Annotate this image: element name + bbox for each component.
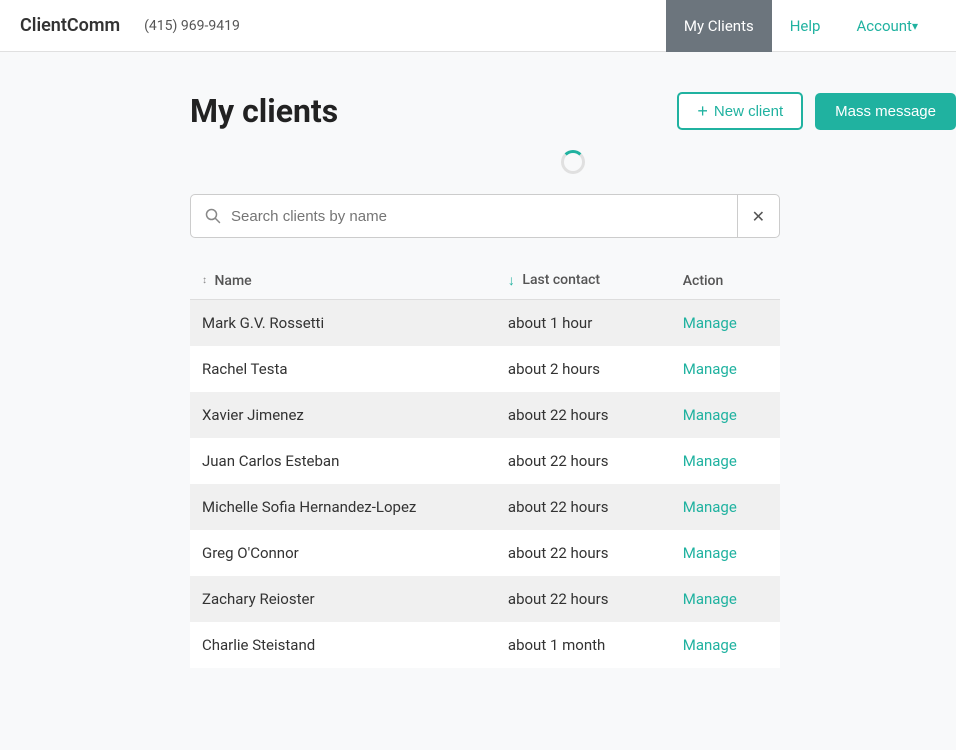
- client-last-contact: about 2 hours: [496, 346, 671, 392]
- nav-my-clients[interactable]: My Clients: [666, 0, 772, 52]
- mass-message-button[interactable]: Mass message: [815, 93, 956, 130]
- client-name: Michelle Sofia Hernandez-Lopez: [190, 484, 496, 530]
- manage-link[interactable]: Manage: [683, 360, 737, 378]
- client-name: Juan Carlos Esteban: [190, 438, 496, 484]
- manage-link[interactable]: Manage: [683, 452, 737, 470]
- search-clear-button[interactable]: ✕: [737, 195, 779, 237]
- table-header-row: ↕ Name ↓ Last contact Action: [190, 262, 780, 300]
- client-name: Greg O'Connor: [190, 530, 496, 576]
- manage-link[interactable]: Manage: [683, 498, 737, 516]
- table-row: Rachel Testaabout 2 hours Manage: [190, 346, 780, 392]
- clients-table: ↕ Name ↓ Last contact Action Mark G.V. R…: [190, 262, 780, 668]
- client-action: Manage: [671, 622, 780, 668]
- nav-help[interactable]: Help: [772, 0, 839, 52]
- client-name: Mark G.V. Rossetti: [190, 300, 496, 347]
- client-action: Manage: [671, 576, 780, 622]
- search-bar: ✕: [190, 194, 780, 238]
- table-row: Michelle Sofia Hernandez-Lopezabout 22 h…: [190, 484, 780, 530]
- client-action: Manage: [671, 300, 780, 347]
- manage-link[interactable]: Manage: [683, 590, 737, 608]
- client-name: Charlie Steistand: [190, 622, 496, 668]
- client-last-contact: about 22 hours: [496, 576, 671, 622]
- sort-arrow-down-icon: ↓: [508, 273, 515, 289]
- table-row: Zachary Reiosterabout 22 hours Manage: [190, 576, 780, 622]
- table-row: Juan Carlos Estebanabout 22 hours Manage: [190, 438, 780, 484]
- page-title: My clients: [190, 92, 338, 130]
- table-row: Charlie Steistandabout 1 month Manage: [190, 622, 780, 668]
- table-row: Greg O'Connorabout 22 hours Manage: [190, 530, 780, 576]
- client-action: Manage: [671, 530, 780, 576]
- manage-link[interactable]: Manage: [683, 544, 737, 562]
- client-action: Manage: [671, 346, 780, 392]
- column-header-last-contact[interactable]: ↓ Last contact: [496, 262, 671, 300]
- page-header: My clients + New client Mass message: [190, 92, 956, 130]
- clients-list: Mark G.V. Rossettiabout 1 hourManageRach…: [190, 300, 780, 669]
- main-content: My clients + New client Mass message ✕ ↕…: [0, 52, 956, 708]
- column-header-name[interactable]: ↕ Name: [190, 262, 496, 300]
- nav-account[interactable]: Account: [838, 0, 936, 52]
- brand-name: ClientComm: [20, 15, 120, 36]
- manage-link[interactable]: Manage: [683, 636, 737, 654]
- client-name: Rachel Testa: [190, 346, 496, 392]
- client-last-contact: about 1 month: [496, 622, 671, 668]
- client-last-contact: about 22 hours: [496, 392, 671, 438]
- new-client-label: New client: [714, 103, 783, 120]
- loading-spinner: [561, 150, 585, 174]
- table-row: Mark G.V. Rossettiabout 1 hour Manage: [190, 300, 780, 347]
- plus-icon: +: [697, 102, 708, 120]
- client-name: Xavier Jimenez: [190, 392, 496, 438]
- column-header-action: Action: [671, 262, 780, 300]
- loading-spinner-container: [190, 150, 956, 174]
- brand-phone: (415) 969-9419: [144, 18, 240, 34]
- client-action: Manage: [671, 484, 780, 530]
- manage-link[interactable]: Manage: [683, 314, 737, 332]
- client-action: Manage: [671, 392, 780, 438]
- client-last-contact: about 1 hour: [496, 300, 671, 347]
- client-last-contact: about 22 hours: [496, 438, 671, 484]
- search-icon: [191, 208, 231, 224]
- nav-links: My Clients Help Account: [666, 0, 936, 51]
- manage-link[interactable]: Manage: [683, 406, 737, 424]
- client-name: Zachary Reioster: [190, 576, 496, 622]
- client-last-contact: about 22 hours: [496, 484, 671, 530]
- navbar: ClientComm (415) 969-9419 My Clients Hel…: [0, 0, 956, 52]
- new-client-button[interactable]: + New client: [677, 92, 803, 130]
- sort-icon-name: ↕: [202, 276, 207, 286]
- table-row: Xavier Jimenezabout 22 hours Manage: [190, 392, 780, 438]
- client-last-contact: about 22 hours: [496, 530, 671, 576]
- search-input[interactable]: [231, 198, 737, 235]
- client-action: Manage: [671, 438, 780, 484]
